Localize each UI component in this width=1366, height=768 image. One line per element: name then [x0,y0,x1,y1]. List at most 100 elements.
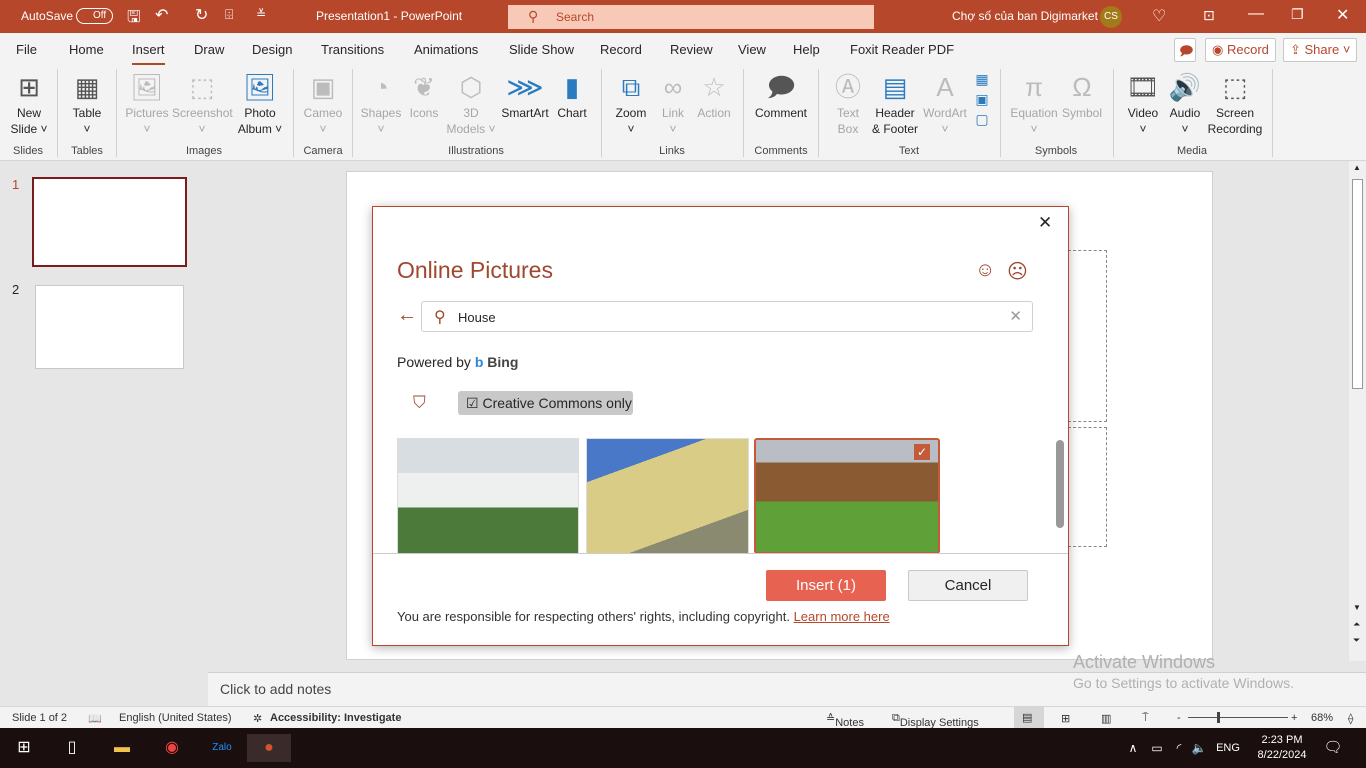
search-input[interactable]: ⚲ House ✕ [421,301,1033,332]
zoom-in-button[interactable]: + [1291,712,1297,724]
present-icon[interactable]: ⌹ [225,6,233,23]
tab-transitions[interactable]: Transitions [321,42,384,57]
screenshot-icon: ⬚ [189,72,215,102]
tab-design[interactable]: Design [252,42,292,57]
customize-qat-icon[interactable]: ≚ [256,7,266,21]
image-result-1[interactable] [397,438,579,554]
tab-home[interactable]: Home [69,42,104,57]
selected-check-icon[interactable]: ✓ [914,444,930,460]
slide-sorter-icon[interactable]: ⊞ [1061,712,1070,725]
ribbon-button-symbol[interactable]: Ω Symbol [1052,69,1112,121]
autosave-toggle[interactable]: Off [76,8,114,24]
tab-draw[interactable]: Draw [194,42,224,57]
ribbon-button-screenshot[interactable]: ⬚ Screenshot ˅ [172,69,233,137]
notes-button[interactable]: ≙ Notes [826,712,864,729]
tab-record[interactable]: Record [600,42,642,57]
clear-search-icon[interactable]: ✕ [1009,307,1022,325]
scroll-up-icon[interactable]: ▲ [1353,163,1361,172]
ribbon-button-table[interactable]: ▦ Table ˅ [57,69,117,137]
tab-review[interactable]: Review [670,42,713,57]
avatar[interactable]: CS [1100,6,1122,28]
previous-slide-icon[interactable]: ⏶ [1353,619,1360,630]
input-language[interactable]: ENG [1213,734,1243,762]
file-explorer-icon[interactable]: ▬ [107,734,137,762]
lightbulb-icon[interactable]: ♡ [1152,6,1166,26]
ribbon-button-comment[interactable]: 🗩 Comment [751,69,811,121]
restore-icon[interactable]: ❐ [1291,6,1304,23]
clock[interactable]: 2:23 PM 8/22/2024 [1252,733,1312,763]
slide-thumbnail-2[interactable] [35,285,184,369]
back-arrow-icon[interactable]: ← [397,304,417,327]
save-icon[interactable]: 🖫 [127,6,141,33]
zoom-slider-thumb[interactable] [1217,712,1220,723]
windows-start-icon[interactable]: ⊞ [9,734,39,762]
notifications-icon[interactable]: 🗨 [1318,734,1348,762]
reading-view-icon[interactable]: ▥ [1101,712,1111,725]
next-slide-icon[interactable]: ⏷ [1353,635,1360,646]
image-result-3[interactable]: ✓ [754,438,940,554]
zoom-level[interactable]: 68% [1311,712,1333,724]
tab-slide-show[interactable]: Slide Show [509,42,574,57]
tab-animations[interactable]: Animations [414,42,478,57]
tab-help[interactable]: Help [793,42,820,57]
scroll-down-icon[interactable]: ▼ [1353,603,1361,612]
redo-icon[interactable]: ↻ [195,5,208,25]
ribbon-button-action[interactable]: ☆ Action [684,69,744,121]
spelling-icon[interactable]: 📖 [88,712,102,725]
tab-view[interactable]: View [738,42,766,57]
slide-number: 2 [12,282,20,297]
ribbon-button-3d-models[interactable]: ⬡ 3D Models ˅ [441,69,501,137]
slideshow-icon[interactable]: ⍑ [1142,712,1149,725]
zoom-slider[interactable] [1188,717,1288,718]
ribbon-display-icon[interactable]: ⊡ [1203,7,1215,24]
ribbon-button-cameo[interactable]: ▣ Cameo ˅ [293,69,353,137]
insert-button[interactable]: Insert (1) [766,570,886,601]
smile-feedback-icon[interactable]: ☺ [975,259,995,282]
fit-to-window-icon[interactable]: ⟠ [1348,712,1353,725]
ribbon-button-photo-album[interactable]: 🖼 Photo Album ˅ [230,69,290,137]
close-icon[interactable]: ✕ [1336,5,1349,25]
language-status[interactable]: English (United States) [119,712,232,724]
vertical-scrollbar[interactable]: ▲ ▼ ⏶ ⏷ [1349,161,1366,661]
learn-more-link[interactable]: Learn more here [794,609,890,624]
minimize-icon[interactable]: — [1248,5,1264,23]
ribbon-button-label: ˅ [1030,122,1038,136]
tab-file[interactable]: File [16,42,37,57]
ribbon-button-label: ˅ [941,122,949,136]
ribbon-button-label: Screenshot [172,106,233,120]
undo-icon[interactable]: ↶ [155,5,168,25]
slide-thumbnail-1[interactable] [32,177,187,267]
display-settings-button[interactable]: ⧉ Display Settings [892,712,979,729]
tab-foxit-reader-pdf[interactable]: Foxit Reader PDF [850,42,954,57]
filter-icon[interactable]: ⛉ [413,393,426,413]
ribbon-button-screen-recording[interactable]: ⬚ Screen Recording [1205,69,1265,137]
share-button[interactable]: ⇪ Share ˅ [1283,38,1358,62]
ribbon-button-chart[interactable]: ▮ Chart [542,69,602,121]
ribbon-button-new-slide[interactable]: ⊞ New Slide ˅ [0,69,59,137]
ribbon-button-pictures[interactable]: 🖼 Pictures ˅ [117,69,177,137]
accessibility-status[interactable]: Accessibility: Investigate [270,712,401,724]
volume-icon[interactable]: 🔈 [1184,734,1214,762]
task-view-icon[interactable]: ▯ [57,734,87,762]
close-dialog-icon[interactable]: ✕ [1038,213,1052,233]
frown-feedback-icon[interactable]: ☹ [1007,259,1028,284]
ribbon-button-wordart[interactable]: A WordArt ˅ [915,69,975,137]
action-icon: ☆ [702,72,726,102]
zalo-icon[interactable]: Zalo [207,734,237,762]
creative-commons-filter[interactable]: ☑ Creative Commons only [458,391,633,415]
results-scrollbar[interactable] [1056,440,1064,528]
normal-view-icon[interactable]: ▤ [1014,707,1044,728]
chrome-icon[interactable]: ◉ [157,734,187,762]
zoom-out-button[interactable]: - [1177,712,1181,724]
tab-insert[interactable]: Insert [132,42,165,66]
cancel-button[interactable]: Cancel [908,570,1028,601]
table-icon: ▦ [74,72,100,102]
search-box[interactable]: ⚲ Search [508,5,874,29]
ribbon-button-date-time[interactable]: ▦ ▣ ▢ [972,69,992,135]
status-bar: Slide 1 of 2 📖 English (United States) ✲… [0,706,1366,729]
comments-button[interactable]: 🗩 [1174,38,1196,62]
image-result-2[interactable] [586,438,749,554]
powerpoint-icon[interactable]: ● [247,734,291,762]
record-button[interactable]: ◉ Record [1205,38,1276,62]
scrollbar-thumb[interactable] [1352,179,1363,389]
